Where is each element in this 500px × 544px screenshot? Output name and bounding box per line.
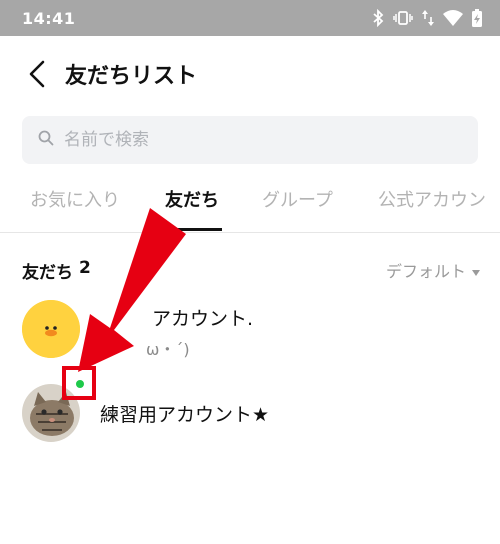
active-tab-indicator [164,228,222,231]
sort-label: デフォルト [385,262,466,281]
friend-name: 練習用アカウント★ [100,404,270,426]
search-input[interactable] [62,129,446,151]
search-bar[interactable] [22,116,478,164]
friends-section-header: 友だち 2 [22,258,91,283]
tab-favorites[interactable]: お気に入り [30,186,120,212]
wifi-icon [443,10,463,26]
vibrate-icon [393,10,413,26]
status-time: 14:41 [22,8,76,28]
app-header: 友だちリスト [0,36,500,116]
friends-section-label: 友だち [22,263,73,283]
chevron-left-icon [28,60,46,92]
sort-dropdown[interactable]: デフォルト [386,258,480,282]
back-button[interactable] [22,60,52,92]
tab-official-accounts[interactable]: 公式アカウン [378,186,486,212]
caret-down-icon [472,261,480,280]
friend-status-message: ω・´) [146,340,190,359]
annotation-highlight-box [62,366,96,400]
friends-count: 2 [79,258,91,278]
status-icons [372,9,482,27]
friend-name: アカウント. [152,308,254,330]
data-arrows-icon [422,9,434,27]
bluetooth-icon [372,9,384,27]
friend-row-1[interactable]: アカウント. ω・´) [0,296,500,368]
page-title: 友だちリスト [65,64,198,89]
duck-avatar [22,300,80,358]
battery-charging-icon [472,9,482,27]
status-bar: 14:41 [0,0,500,36]
tab-groups[interactable]: グループ [262,186,333,212]
tab-friends[interactable]: 友だち [165,186,219,212]
search-icon [38,130,54,150]
tab-bar: お気に入り 友だち グループ 公式アカウン [0,170,500,233]
